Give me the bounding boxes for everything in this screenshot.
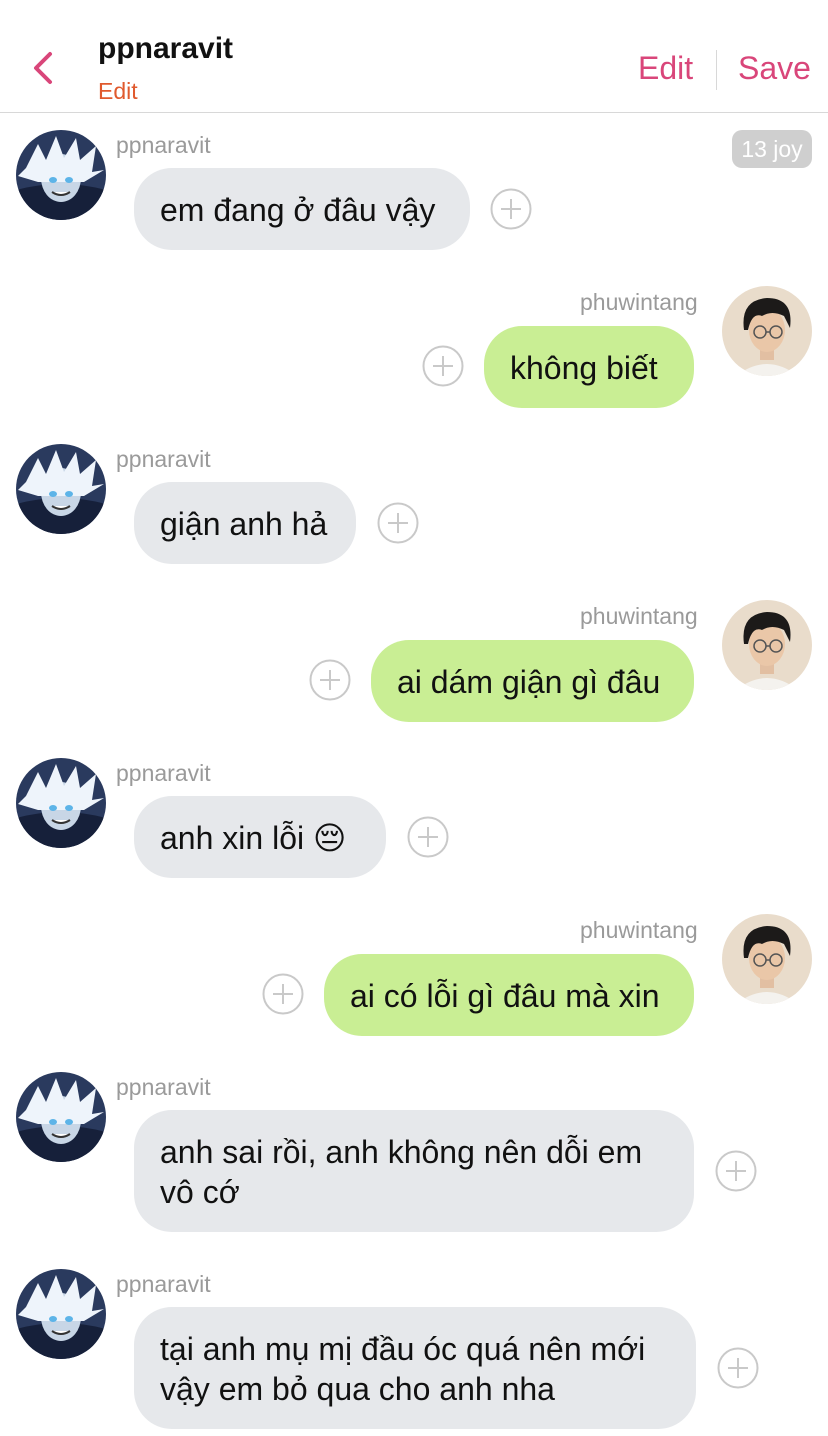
chat-header: ppnaravit Edit Edit Save (0, 0, 828, 113)
sender-avatar[interactable] (16, 758, 106, 848)
sender-name: ppnaravit (116, 132, 211, 158)
sender-name: phuwintang (580, 917, 698, 943)
message-bubble[interactable]: tại anh mụ mị đầu óc quá nên mới vậy em … (134, 1307, 696, 1429)
sender-avatar[interactable] (16, 1269, 106, 1359)
add-reaction-icon[interactable] (422, 345, 464, 387)
message-bubble[interactable]: không biết (484, 326, 694, 408)
header-divider (716, 50, 717, 90)
sender-name: ppnaravit (116, 1271, 211, 1297)
save-button[interactable]: Save (738, 50, 811, 87)
chat-title: ppnaravit (98, 32, 234, 65)
message-bubble[interactable]: ai có lỗi gì đâu mà xin (324, 954, 694, 1036)
add-reaction-icon[interactable] (262, 973, 304, 1015)
sender-name: phuwintang (580, 289, 698, 315)
back-chevron-icon[interactable] (28, 48, 58, 88)
chat-subtitle-edit-link[interactable]: Edit (98, 78, 138, 105)
sender-name: ppnaravit (116, 446, 211, 472)
add-reaction-icon[interactable] (309, 659, 351, 701)
message-bubble[interactable]: ai dám giận gì đâu (371, 640, 694, 722)
sender-avatar[interactable] (722, 286, 812, 376)
add-reaction-icon[interactable] (407, 816, 449, 858)
message-bubble[interactable]: anh xin lỗi 😔 (134, 796, 386, 878)
sender-name: phuwintang (580, 603, 698, 629)
sender-name: ppnaravit (116, 1074, 211, 1100)
add-reaction-icon[interactable] (715, 1150, 757, 1192)
add-reaction-icon[interactable] (717, 1347, 759, 1389)
timestamp-badge: 13 joy (732, 130, 812, 168)
sender-avatar[interactable] (16, 1072, 106, 1162)
sender-avatar[interactable] (722, 914, 812, 1004)
message-bubble[interactable]: anh sai rồi, anh không nên dỗi em vô cớ (134, 1110, 694, 1232)
sender-name: ppnaravit (116, 760, 211, 786)
add-reaction-icon[interactable] (377, 502, 419, 544)
edit-button[interactable]: Edit (638, 50, 693, 87)
message-bubble[interactable]: giận anh hả (134, 482, 356, 564)
sender-avatar[interactable] (16, 130, 106, 220)
add-reaction-icon[interactable] (490, 188, 532, 230)
sender-avatar[interactable] (722, 600, 812, 690)
sender-avatar[interactable] (16, 444, 106, 534)
message-bubble[interactable]: em đang ở đâu vậy (134, 168, 470, 250)
